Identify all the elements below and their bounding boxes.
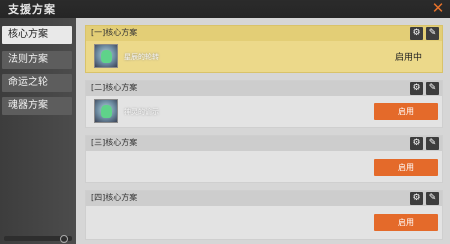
plan-card-3: [三]核心方案 ⚙ ✎ 启用 bbox=[85, 135, 443, 183]
edit-icon[interactable]: ✎ bbox=[426, 27, 439, 40]
plan-card-title: [三]核心方案 bbox=[91, 138, 138, 147]
edit-icon[interactable]: ✎ bbox=[426, 82, 439, 95]
plan-card-header: [四]核心方案 ⚙ ✎ bbox=[86, 191, 442, 206]
plan-card-header: [一]核心方案 ⚙ ✎ bbox=[86, 26, 442, 41]
sidebar: 核心方案 法则方案 命运之轮 魂器方案 bbox=[0, 18, 76, 244]
close-icon[interactable]: ✕ bbox=[430, 0, 446, 16]
circle-icon bbox=[60, 235, 68, 243]
status-label: 启用中 bbox=[394, 53, 422, 63]
gear-icon[interactable]: ⚙ bbox=[410, 192, 423, 205]
plan-card-1: [一]核心方案 ⚙ ✎ 星辰的轮转 启用中 bbox=[85, 25, 443, 73]
gear-icon[interactable]: ⚙ bbox=[410, 27, 423, 40]
sidebar-item-soul-plan[interactable]: 魂器方案 bbox=[2, 97, 72, 115]
core-item-icon[interactable] bbox=[94, 44, 118, 68]
plan-card-4: [四]核心方案 ⚙ ✎ 启用 bbox=[85, 190, 443, 240]
sidebar-item-law-plan[interactable]: 法则方案 bbox=[2, 51, 72, 69]
plan-card-title: [二]核心方案 bbox=[91, 83, 138, 92]
plan-card-header: [三]核心方案 ⚙ ✎ bbox=[86, 136, 442, 151]
gear-icon[interactable]: ⚙ bbox=[410, 137, 423, 150]
core-item-icon[interactable] bbox=[94, 99, 118, 123]
edit-icon[interactable]: ✎ bbox=[426, 192, 439, 205]
enable-button[interactable]: 启用 bbox=[374, 103, 438, 120]
plan-item-name: 神灵的谕示 bbox=[124, 108, 159, 116]
sidebar-item-wheel-of-fate[interactable]: 命运之轮 bbox=[2, 74, 72, 92]
plan-card-2: [二]核心方案 ⚙ ✎ 神灵的谕示 启用 bbox=[85, 80, 443, 128]
gear-icon[interactable]: ⚙ bbox=[410, 82, 423, 95]
plan-card-header: [二]核心方案 ⚙ ✎ bbox=[86, 81, 442, 96]
plan-list: [一]核心方案 ⚙ ✎ 星辰的轮转 启用中 [二]核心方案 ⚙ ✎ 神灵的谕示 … bbox=[76, 18, 450, 244]
title-bar: 支援方案 ✕ bbox=[0, 0, 450, 18]
enable-button[interactable]: 启用 bbox=[374, 214, 438, 231]
plan-card-title: [一]核心方案 bbox=[91, 28, 138, 37]
plan-item-name: 星辰的轮转 bbox=[124, 53, 159, 61]
sidebar-item-core-plan[interactable]: 核心方案 bbox=[2, 26, 72, 44]
edit-icon[interactable]: ✎ bbox=[426, 137, 439, 150]
window-title: 支援方案 bbox=[8, 3, 56, 16]
plan-card-title: [四]核心方案 bbox=[91, 193, 138, 202]
enable-button[interactable]: 启用 bbox=[374, 159, 438, 176]
